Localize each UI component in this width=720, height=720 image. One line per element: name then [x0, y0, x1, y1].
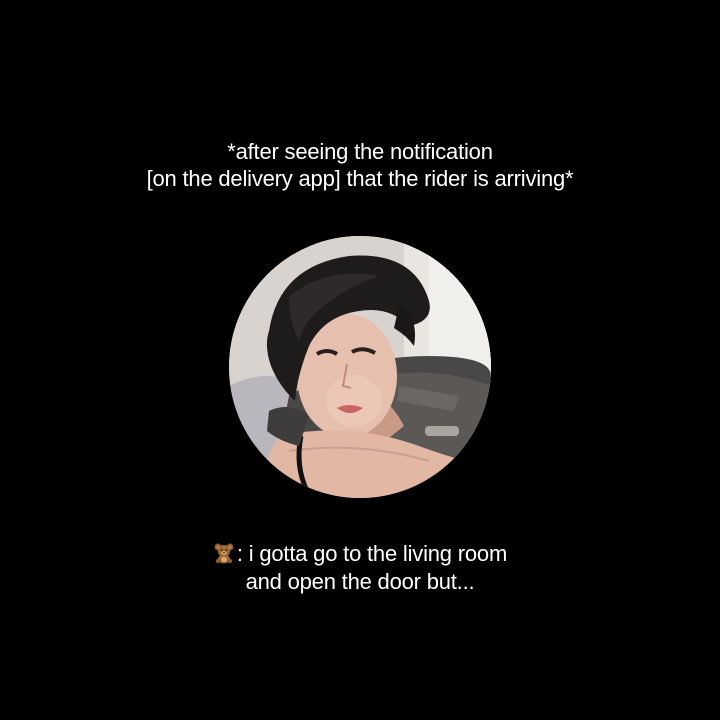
avatar: [229, 236, 491, 498]
teddy-bear-icon: [214, 543, 234, 564]
bottom-caption-line-1: : i gotta go to the living room: [0, 540, 720, 568]
bottom-caption-line-1-text: : i gotta go to the living room: [236, 541, 508, 566]
bottom-caption-line-2: and open the door but...: [245, 569, 475, 594]
top-caption-line-1: *after seeing the notification: [227, 139, 493, 164]
bottom-caption: : i gotta go to the living room and open…: [0, 540, 720, 596]
top-caption-line-2: [on the delivery app] that the rider is …: [146, 166, 574, 191]
person-portrait-photo: [229, 236, 491, 498]
top-caption: *after seeing the notification [on the d…: [0, 138, 720, 192]
